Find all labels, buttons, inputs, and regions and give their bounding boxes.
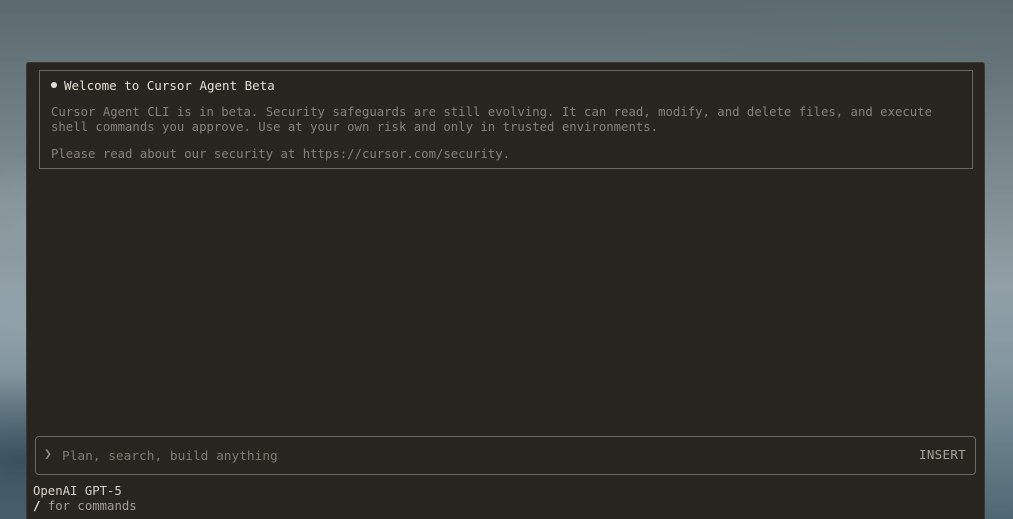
slash-key: / <box>33 499 41 513</box>
mode-indicator: INSERT <box>919 447 966 462</box>
chevron-right-icon: ❯ <box>44 447 52 462</box>
commands-hint: / for commands <box>33 499 137 514</box>
security-note: Please read about our security at https:… <box>51 147 511 161</box>
welcome-heading: Welcome to Cursor Agent Beta <box>51 78 275 94</box>
welcome-panel: Welcome to Cursor Agent Beta Cursor Agen… <box>39 70 973 169</box>
prompt-box[interactable]: ❯ INSERT <box>35 436 976 475</box>
prompt-input[interactable] <box>62 446 862 466</box>
welcome-title-text: Welcome to Cursor Agent Beta <box>64 78 275 93</box>
commands-hint-text: for commands <box>47 499 137 513</box>
beta-warning-text: Cursor Agent CLI is in beta. Security sa… <box>51 105 932 134</box>
cursor-agent-terminal: Welcome to Cursor Agent Beta Cursor Agen… <box>26 62 985 519</box>
model-label: OpenAI GPT-5 <box>33 484 122 498</box>
bullet-dot-icon <box>51 82 57 88</box>
